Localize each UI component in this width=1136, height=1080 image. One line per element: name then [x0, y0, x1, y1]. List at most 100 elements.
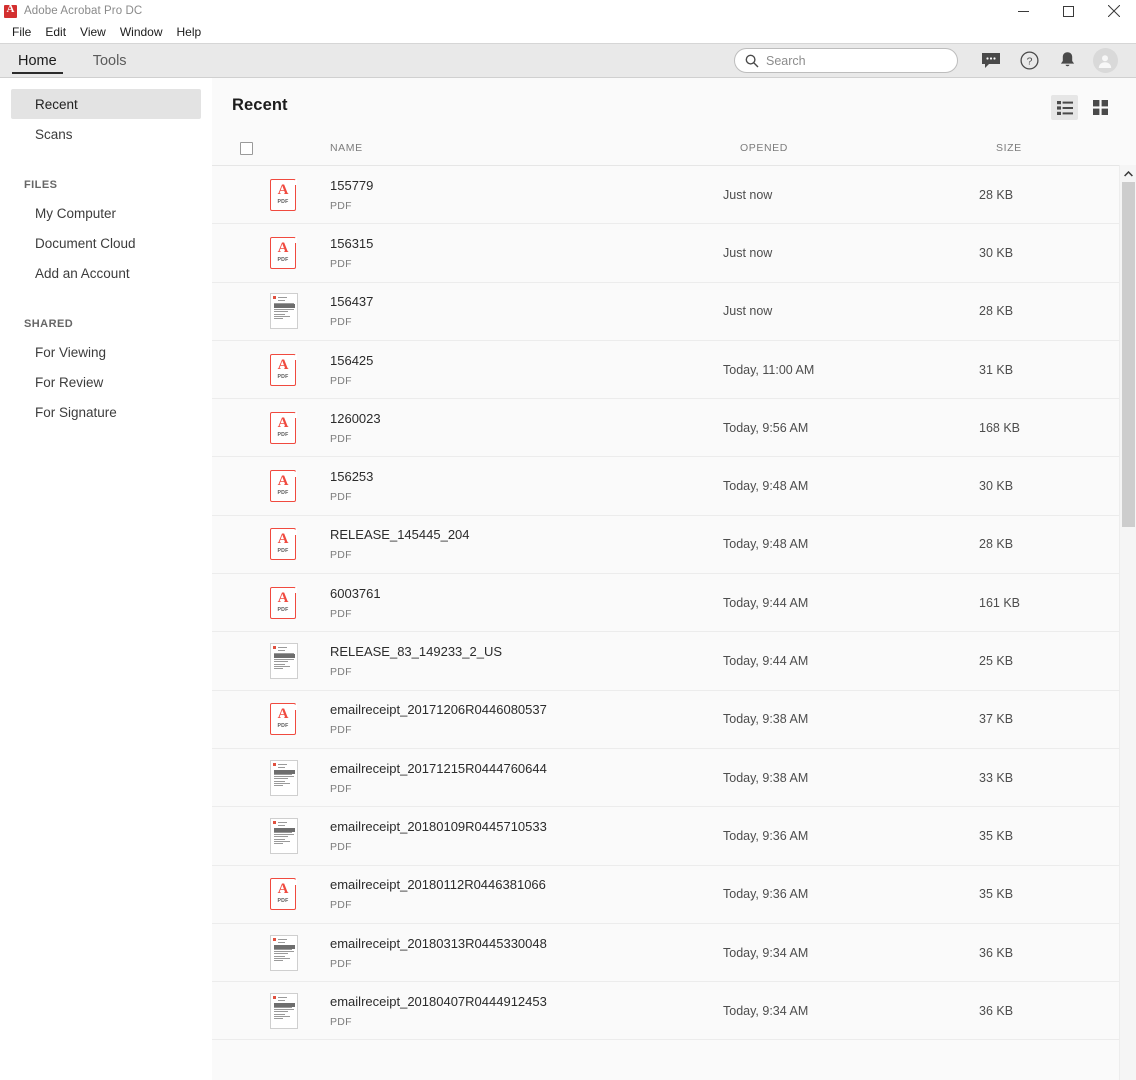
menu-file[interactable]: File [5, 23, 38, 42]
file-size: 30 KB [979, 245, 1014, 260]
file-name-cell: emailreceipt_20180112R0446381066 PDF [330, 877, 723, 911]
menu-window[interactable]: Window [113, 23, 170, 42]
search-icon [745, 54, 759, 68]
sidebar-item-for-review[interactable]: For Review [11, 367, 201, 397]
file-opened: Today, 9:36 AM [723, 828, 809, 843]
table-row[interactable]: A PDF 156425 PDF Today, 11:00 AM 31 KB [212, 341, 1119, 400]
file-list: A PDF 155779 PDF Just now 28 KB A PDF 156315 PDF J… [212, 165, 1119, 1080]
table-row[interactable]: A PDF 156315 PDF Just now 30 KB [212, 224, 1119, 283]
comment-icon[interactable] [972, 43, 1010, 78]
file-type: PDF [330, 724, 352, 737]
minimize-icon[interactable] [1001, 0, 1046, 22]
file-name: emailreceipt_20171215R0444760644 [330, 760, 547, 776]
table-row[interactable]: A PDF emailreceipt_20180112R0446381066 PDF T… [212, 866, 1119, 924]
file-name: 155779 [330, 177, 374, 193]
thumbnail-block [274, 303, 295, 308]
help-icon[interactable]: ? [1010, 43, 1048, 78]
pdf-icon-mark: A [277, 414, 289, 431]
scroll-up-arrow-icon[interactable] [1119, 165, 1136, 182]
file-opened: Today, 9:38 AM [723, 712, 809, 727]
menu-help[interactable]: Help [170, 23, 209, 42]
checkbox-box [240, 141, 253, 155]
file-name: 6003761 [330, 585, 381, 601]
scrollbar-thumb[interactable] [1121, 182, 1135, 527]
file-opened: Today, 9:34 AM [723, 945, 809, 960]
close-icon[interactable] [1091, 0, 1136, 22]
thumbnail-text-line [274, 959, 283, 961]
menu-view[interactable]: View [73, 23, 113, 42]
document-thumbnail-icon [270, 817, 298, 854]
sidebar-item-label: For Viewing [35, 344, 107, 360]
scrollbar-track[interactable] [1119, 182, 1136, 1080]
file-icon-cell [232, 992, 330, 1029]
sidebar-item-recent[interactable]: Recent [11, 89, 201, 119]
file-size: 36 KB [979, 945, 1014, 960]
sidebar-item-document-cloud[interactable]: Document Cloud [11, 228, 201, 258]
thumbnail-block [274, 945, 295, 949]
pdf-icon-mark: A [277, 881, 289, 898]
file-type: PDF [330, 257, 352, 270]
menu-edit[interactable]: Edit [38, 23, 73, 42]
table-row[interactable]: A PDF 6003761 PDF Today, 9:44 AM 161 KB [212, 574, 1119, 633]
table-row[interactable]: A PDF 1260023 PDF Today, 9:56 AM 168 KB [212, 399, 1119, 458]
bell-icon[interactable] [1048, 43, 1086, 78]
sidebar-item-label: My Computer [35, 205, 117, 221]
file-icon-cell: A PDF [232, 178, 330, 211]
table-row[interactable]: A PDF 156253 PDF Today, 9:48 AM 30 KB [212, 457, 1119, 516]
file-size: 28 KB [979, 537, 1014, 552]
thumbnail-logo-mark [273, 646, 276, 650]
vertical-scrollbar[interactable] [1119, 165, 1136, 1080]
pdf-file-icon: A PDF [270, 877, 297, 911]
select-all-checkbox[interactable] [232, 141, 330, 155]
list-view-button[interactable] [1051, 95, 1078, 120]
search-input[interactable] [766, 53, 947, 68]
sidebar-item-my-computer[interactable]: My Computer [11, 198, 201, 228]
table-row[interactable]: RELEASE_83_149233_2_US PDF Today, 9:44 AM 2… [212, 632, 1119, 691]
thumbnail-logo-mark [273, 296, 276, 300]
sidebar-item-scans[interactable]: Scans [11, 119, 201, 149]
pdf-icon-label: PDF [277, 723, 289, 730]
table-row[interactable]: emailreceipt_20180109R0445710533 PDF Today… [212, 807, 1119, 866]
pdf-icon-mark: A [277, 239, 289, 256]
file-name: emailreceipt_20171206R0446080537 [330, 702, 547, 718]
file-size: 161 KB [979, 595, 1021, 610]
tab-bar: Home Tools ? [0, 43, 1136, 78]
sidebar-item-for-viewing[interactable]: For Viewing [11, 337, 201, 367]
maximize-icon[interactable] [1046, 0, 1091, 22]
toolbar-actions: ? [734, 44, 1136, 77]
avatar[interactable] [1086, 43, 1124, 78]
table-row[interactable]: 156437 PDF Just now 28 KB [212, 283, 1119, 341]
tab-tools[interactable]: Tools [75, 44, 145, 77]
table-row[interactable]: A PDF RELEASE_145445_204 PDF Today, 9:48 AM 2… [212, 516, 1119, 575]
column-header-size[interactable]: SIZE [996, 142, 1136, 154]
thumbnail-block [274, 1003, 295, 1008]
document-thumbnail-icon [270, 934, 298, 971]
file-size: 35 KB [979, 887, 1014, 902]
document-thumbnail-icon [270, 293, 298, 330]
table-row[interactable]: emailreceipt_20180407R0444912453 PDF Today… [212, 982, 1119, 1041]
tab-home[interactable]: Home [0, 44, 75, 77]
thumbnail-text-line [274, 661, 288, 663]
table-row[interactable]: emailreceipt_20180313R0445330048 PDF Today… [212, 924, 1119, 983]
thumbnail-text-line [274, 950, 294, 952]
thumbnail-logo-mark [273, 995, 276, 999]
pdf-icon-label: PDF [277, 898, 289, 905]
column-header-opened[interactable]: OPENED [740, 142, 996, 154]
search-box[interactable] [734, 48, 958, 73]
pdf-icon-mark: A [277, 706, 289, 723]
table-row[interactable]: A PDF 155779 PDF Just now 28 KB [212, 166, 1119, 225]
pdf-icon-label: PDF [277, 256, 289, 263]
grid-view-button[interactable] [1087, 95, 1114, 120]
pdf-file-icon: A PDF [270, 469, 297, 503]
thumbnail-text-line [278, 938, 287, 940]
table-row[interactable]: emailreceipt_20171215R0444760644 PDF Today… [212, 749, 1119, 808]
file-size: 168 KB [979, 420, 1021, 435]
sidebar-item-for-signature[interactable]: For Signature [11, 397, 201, 427]
table-row[interactable]: A PDF emailreceipt_20171206R0446080537 PDF T… [212, 691, 1119, 749]
thumbnail-block [274, 828, 295, 833]
sidebar-item-label: Scans [35, 126, 73, 142]
column-header-name[interactable]: NAME [330, 142, 740, 154]
thumbnail-text-line [274, 666, 290, 668]
thumbnail-text-line [278, 297, 287, 299]
sidebar-item-add-an-account[interactable]: Add an Account [11, 258, 201, 288]
